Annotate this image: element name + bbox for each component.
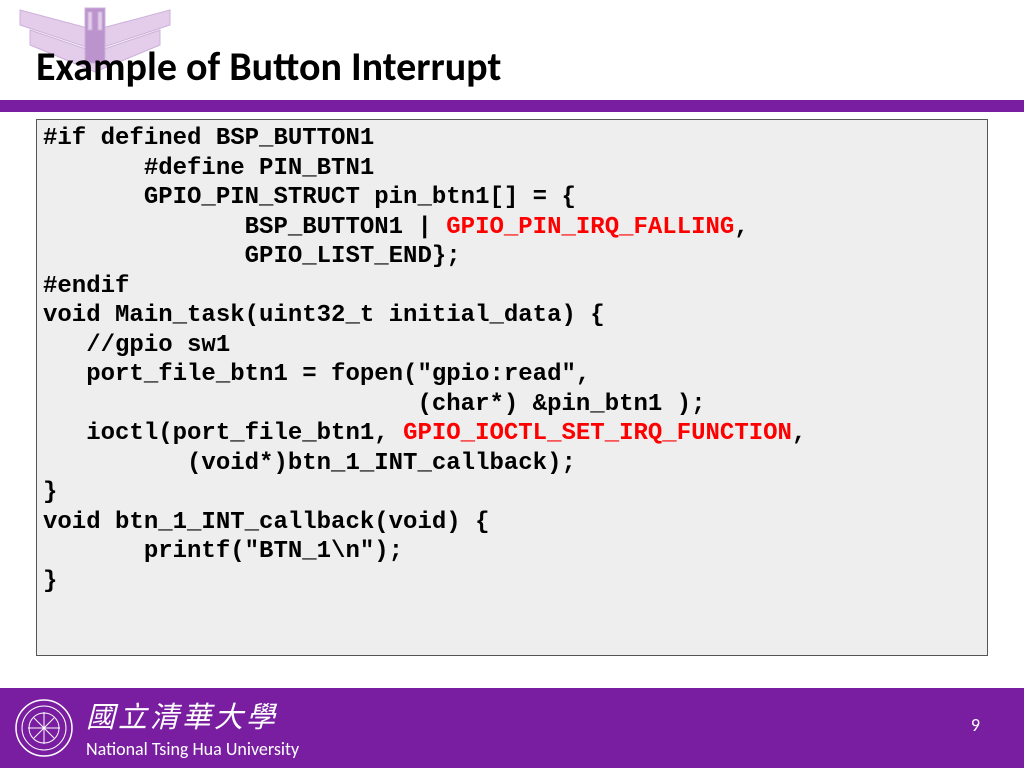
code-line: GPIO_LIST_END};	[43, 243, 461, 270]
code-line: }	[43, 568, 57, 595]
code-line: ioctl(port_file_btn1,	[43, 420, 403, 447]
code-line: void btn_1_INT_callback(void) {	[43, 509, 489, 536]
code-line: #endif	[43, 273, 129, 300]
code-line: void Main_task(uint32_t initial_data) {	[43, 302, 605, 329]
code-highlight: GPIO_IOCTL_SET_IRQ_FUNCTION	[403, 420, 792, 447]
page-number: 9	[971, 714, 980, 736]
code-line: (char*) &pin_btn1 );	[43, 391, 706, 418]
code-block: #if defined BSP_BUTTON1 #define PIN_BTN1…	[36, 119, 988, 656]
code-line: port_file_btn1 = fopen("gpio:read",	[43, 361, 590, 388]
nthu-seal-icon	[14, 698, 74, 758]
code-highlight: GPIO_PIN_IRQ_FALLING	[446, 214, 734, 241]
code-line: (void*)btn_1_INT_callback);	[43, 450, 576, 477]
code-line: printf("BTN_1\n");	[43, 538, 403, 565]
code-line: }	[43, 479, 57, 506]
code-line: ,	[792, 420, 806, 447]
code-line: GPIO_PIN_STRUCT pin_btn1[] = {	[43, 184, 576, 211]
code-line: #define PIN_BTN1	[43, 155, 374, 182]
divider-bar	[0, 100, 1024, 112]
footer-uni-cn: 國立清華大學	[86, 694, 299, 736]
code-line: BSP_BUTTON1 |	[43, 214, 446, 241]
code-line: //gpio sw1	[43, 332, 230, 359]
footer-text: 國立清華大學 National Tsing Hua University	[86, 696, 299, 760]
code-line: #if defined BSP_BUTTON1	[43, 125, 374, 152]
slide-title: Example of Button Interrupt	[36, 42, 501, 91]
footer-bar: 國立清華大學 National Tsing Hua University 9	[0, 688, 1024, 768]
code-line: ,	[734, 214, 748, 241]
footer-uni-en: National Tsing Hua University	[86, 738, 299, 760]
